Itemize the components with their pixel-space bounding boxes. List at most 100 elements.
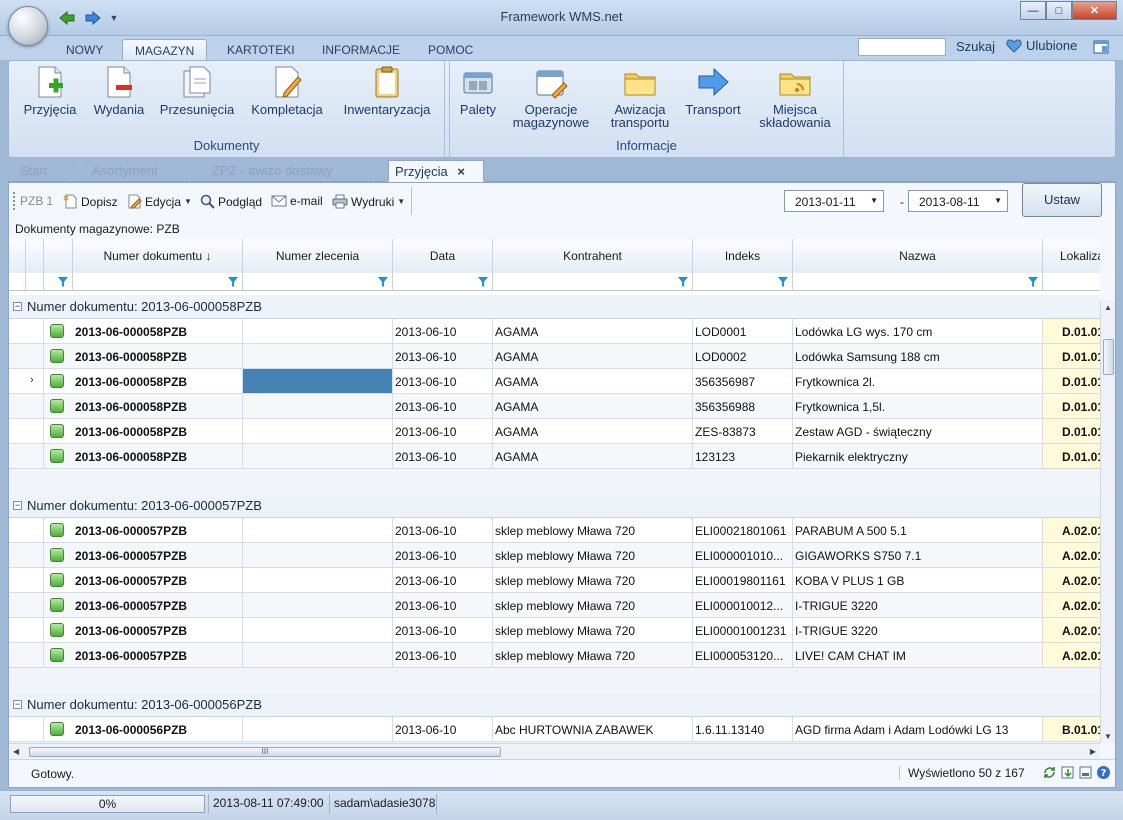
horizontal-scroll-thumb[interactable]: III [29,747,501,757]
filter-numer-zlecenia[interactable] [243,273,393,291]
row-indicator[interactable] [26,344,44,368]
row-indicator[interactable] [26,717,44,741]
minimize-button[interactable]: — [1020,1,1046,20]
miejsca-skladowania-button[interactable]: Miejsca składowania [750,65,840,129]
cell-nazwa[interactable]: I-TRIGUE 3220 [793,593,1043,617]
header-lokalizacja[interactable]: Lokalizacja [1043,239,1100,274]
cell-kontrahent[interactable]: sklep meblowy Mława 720 [493,543,693,567]
cell-lokalizacja[interactable]: D.01.01 [1043,419,1100,443]
cell-kontrahent[interactable]: AGAMA [493,319,693,343]
row-indicator[interactable] [26,618,44,642]
cell-lokalizacja[interactable]: D.01.01 [1043,394,1100,418]
cell-data[interactable]: 2013-06-10 [393,444,493,468]
cell-nazwa[interactable]: Lodówka Samsung 188 cm [793,344,1043,368]
cell-numer-dokumentu[interactable]: 2013-06-000058PZB [73,444,243,468]
cell-indeks[interactable]: LOD0001 [693,319,793,343]
tab-pomoc[interactable]: POMOC [416,39,485,60]
cell-numer-zlecenia[interactable] [243,369,393,393]
tab-informacje[interactable]: INFORMACJE [310,39,412,60]
filter-funnel-icon[interactable] [478,277,488,287]
table-row[interactable]: 2013-06-000057PZB 2013-06-10 sklep meblowy… [9,643,1100,668]
cell-indeks[interactable]: ELI00001001231 [693,618,793,642]
cell-data[interactable]: 2013-06-10 [393,369,493,393]
cell-data[interactable]: 2013-06-10 [393,344,493,368]
collapse-icon[interactable]: − [13,302,22,311]
table-row[interactable]: 2013-06-000057PZB 2013-06-10 sklep meblowy… [9,543,1100,568]
row-indicator[interactable] [26,643,44,667]
export-icon[interactable] [1060,765,1075,780]
tab-kartoteki[interactable]: KARTOTEKI [215,39,307,60]
email-button[interactable]: e-mail [271,194,323,208]
cell-numer-zlecenia[interactable] [243,543,393,567]
tab-magazyn[interactable]: MAGAZYN [122,39,208,60]
cell-data[interactable]: 2013-06-10 [393,518,493,542]
cell-kontrahent[interactable]: sklep meblowy Mława 720 [493,568,693,592]
cell-lokalizacja[interactable]: A.02.01 [1043,568,1100,592]
transport-button[interactable]: Transport [680,65,746,116]
filter-funnel-icon[interactable] [378,277,388,287]
cell-nazwa[interactable]: LIVE! CAM CHAT IM [793,643,1043,667]
table-row[interactable]: 2013-06-000058PZB 2013-06-10 AGAMA ZES-8387… [9,419,1100,444]
awizacja-transportu-button[interactable]: Awizacja transportu [600,65,680,129]
cell-lokalizacja[interactable]: D.01.01 [1043,444,1100,468]
header-numer-dokumentu[interactable]: Numer dokumentu ↓ [73,239,243,274]
vertical-scroll-thumb[interactable] [1103,339,1114,375]
cell-data[interactable]: 2013-06-10 [393,543,493,567]
cell-indeks[interactable]: 123123 [693,444,793,468]
search-button[interactable]: Szukaj [956,39,995,54]
tab-nowy[interactable]: NOWY [54,39,115,60]
cell-numer-zlecenia[interactable] [243,717,393,741]
cell-numer-zlecenia[interactable] [243,643,393,667]
scroll-up-icon[interactable]: ▲ [1104,303,1112,312]
cell-data[interactable]: 2013-06-10 [393,394,493,418]
cell-numer-zlecenia[interactable] [243,344,393,368]
cell-numer-zlecenia[interactable] [243,319,393,343]
doc-tab-start[interactable]: Start [20,160,47,182]
table-row[interactable]: 2013-06-000057PZB 2013-06-10 sklep meblowy… [9,593,1100,618]
header-nazwa[interactable]: Nazwa [793,239,1043,274]
filter-indeks[interactable] [693,273,793,291]
cell-lokalizacja[interactable]: A.02.01 [1043,618,1100,642]
cell-numer-dokumentu[interactable]: 2013-06-000058PZB [73,369,243,393]
cell-data[interactable]: 2013-06-10 [393,419,493,443]
cell-data[interactable]: 2013-06-10 [393,319,493,343]
row-indicator[interactable] [26,369,44,393]
table-row[interactable]: 2013-06-000058PZB 2013-06-10 AGAMA LOD0002 L… [9,344,1100,369]
cell-numer-dokumentu[interactable]: 2013-06-000057PZB [73,568,243,592]
date-from-picker[interactable]: 2013-01-11 ▼ [784,190,884,212]
cell-numer-zlecenia[interactable] [243,518,393,542]
cell-lokalizacja[interactable]: D.01.01 [1043,369,1100,393]
cell-numer-zlecenia[interactable] [243,568,393,592]
filter-funnel-icon[interactable] [1028,277,1038,287]
wydania-button[interactable]: Wydania [87,65,151,116]
cell-indeks[interactable]: ELI000001010... [693,543,793,567]
header-indeks[interactable]: Indeks [693,239,793,274]
row-indicator[interactable] [26,419,44,443]
cell-lokalizacja[interactable]: D.01.01 [1043,319,1100,343]
cell-kontrahent[interactable]: AGAMA [493,444,693,468]
cell-nazwa[interactable]: Lodówka LG wys. 170 cm [793,319,1043,343]
cell-kontrahent[interactable]: AGAMA [493,369,693,393]
cell-lokalizacja[interactable]: B.01.01 [1043,717,1100,741]
cell-data[interactable]: 2013-06-10 [393,717,493,741]
cell-numer-zlecenia[interactable] [243,593,393,617]
cell-numer-zlecenia[interactable] [243,419,393,443]
table-row[interactable]: 2013-06-000058PZB 2013-06-10 AGAMA 123123 Pi… [9,444,1100,469]
search-input[interactable] [858,38,946,56]
filter-funnel-icon[interactable] [58,277,68,287]
row-indicator[interactable] [26,319,44,343]
cell-lokalizacja[interactable]: A.02.01 [1043,518,1100,542]
cell-indeks[interactable]: 356356988 [693,394,793,418]
cell-nazwa[interactable]: PARABUM A 500 5.1 [793,518,1043,542]
collapse-icon[interactable]: − [13,700,22,709]
application-menu-button[interactable] [8,6,48,46]
scroll-left-icon[interactable]: ◀ [13,747,19,756]
doc-tab-zpz-awizo[interactable]: ZPZ - awizo dostawy [212,160,333,182]
ustaw-button[interactable]: Ustaw [1022,183,1102,217]
filter-funnel-icon[interactable] [778,277,788,287]
table-row[interactable]: 2013-06-000058PZB 2013-06-10 AGAMA LOD0001 L… [9,319,1100,344]
cell-nazwa[interactable]: KOBA V PLUS 1 GB [793,568,1043,592]
row-indicator[interactable] [26,593,44,617]
row-indicator[interactable] [26,568,44,592]
cell-lokalizacja[interactable]: D.01.01 [1043,344,1100,368]
